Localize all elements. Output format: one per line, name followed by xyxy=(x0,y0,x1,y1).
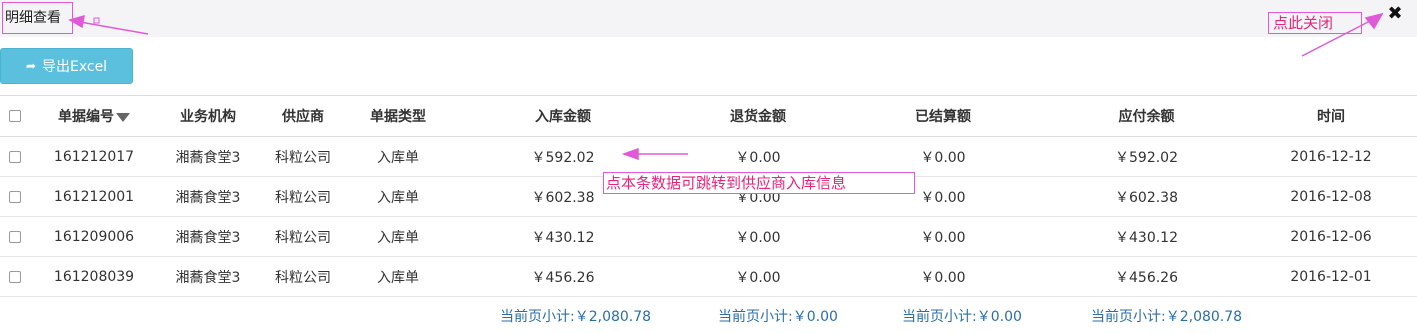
sort-desc-icon[interactable] xyxy=(116,112,130,122)
cell-doc-type: 入库单 xyxy=(348,176,448,217)
cell-supplier: 科粒公司 xyxy=(258,216,348,257)
toolbar: ➦ 导出Excel xyxy=(0,37,1417,95)
cell-payable: ￥456.26 xyxy=(1048,256,1245,297)
cell-return-amount: ￥0.00 xyxy=(678,136,838,177)
row-checkbox[interactable] xyxy=(9,230,21,243)
cursor-mark xyxy=(93,17,100,24)
table-row[interactable]: 161209006 湘蕎食堂3 科粒公司 入库单 ￥430.12 ￥0.00 ￥… xyxy=(0,216,1417,257)
cell-in-amount: ￥592.02 xyxy=(448,136,678,177)
row-select-cell xyxy=(0,136,30,177)
cell-time: 2016-12-01 xyxy=(1245,256,1417,297)
cell-supplier: 科粒公司 xyxy=(258,136,348,177)
row-select-cell xyxy=(0,176,30,217)
export-label: 导出Excel xyxy=(41,59,108,75)
cell-doc-type: 入库单 xyxy=(348,216,448,257)
table-row[interactable]: 161208039 湘蕎食堂3 科粒公司 入库单 ￥456.26 ￥0.00 ￥… xyxy=(0,256,1417,297)
cell-settled: ￥0.00 xyxy=(838,136,1048,177)
cell-time: 2016-12-12 xyxy=(1245,136,1417,177)
cell-doc-no: 161208039 xyxy=(30,256,158,297)
select-all-checkbox[interactable] xyxy=(9,110,21,122)
col-payable: 应付余额 xyxy=(1048,95,1245,137)
export-excel-button[interactable]: ➦ 导出Excel xyxy=(0,48,133,84)
cell-org: 湘蕎食堂3 xyxy=(158,216,258,257)
col-return-amount: 退货金额 xyxy=(678,95,838,137)
cell-doc-no: 161212001 xyxy=(30,176,158,217)
row-checkbox[interactable] xyxy=(9,270,21,283)
cell-payable: ￥592.02 xyxy=(1048,136,1245,177)
col-supplier: 供应商 xyxy=(258,95,348,137)
cell-doc-type: 入库单 xyxy=(348,256,448,297)
cell-org: 湘蕎食堂3 xyxy=(158,176,258,217)
col-settled: 已结算额 xyxy=(838,95,1048,137)
cell-org: 湘蕎食堂3 xyxy=(158,256,258,297)
cell-doc-type: 入库单 xyxy=(348,136,448,177)
cell-supplier: 科粒公司 xyxy=(258,256,348,297)
detail-table: 单据编号 业务机构 供应商 单据类型 入库金额 退货金额 已结算额 应付余额 时… xyxy=(0,95,1417,297)
title-arrow-line xyxy=(79,21,149,35)
col-doc-no[interactable]: 单据编号 xyxy=(30,95,158,137)
subtotal-return-amount: 当前页小计:￥0.00 xyxy=(718,309,838,325)
table-row[interactable]: 161212017 湘蕎食堂3 科粒公司 入库单 ￥592.02 ￥0.00 ￥… xyxy=(0,136,1417,177)
col-org: 业务机构 xyxy=(158,95,258,137)
cell-time: 2016-12-06 xyxy=(1245,216,1417,257)
cell-return-amount: ￥0.00 xyxy=(678,216,838,257)
cell-settled: ￥0.00 xyxy=(838,256,1048,297)
row-annotation: 点本条数据可跳转到供应商入库信息 xyxy=(603,172,915,194)
cell-in-amount: ￥456.26 xyxy=(448,256,678,297)
cell-doc-no: 161212017 xyxy=(30,136,158,177)
table-header-row: 单据编号 业务机构 供应商 单据类型 入库金额 退货金额 已结算额 应付余额 时… xyxy=(0,95,1417,137)
title-arrow-head xyxy=(68,14,85,29)
cell-doc-no: 161209006 xyxy=(30,216,158,257)
col-in-amount: 入库金额 xyxy=(448,95,678,137)
export-icon: ➦ xyxy=(25,59,36,73)
cell-settled: ￥0.00 xyxy=(838,216,1048,257)
select-all-cell xyxy=(0,95,30,137)
col-doc-no-label: 单据编号 xyxy=(58,109,114,125)
cell-supplier: 科粒公司 xyxy=(258,176,348,217)
cell-org: 湘蕎食堂3 xyxy=(158,136,258,177)
cell-payable: ￥430.12 xyxy=(1048,216,1245,257)
col-doc-type: 单据类型 xyxy=(348,95,448,137)
cell-time: 2016-12-08 xyxy=(1245,176,1417,217)
subtotal-payable: 当前页小计:￥2,080.78 xyxy=(1091,309,1243,325)
cell-payable: ￥602.38 xyxy=(1048,176,1245,217)
cell-return-amount: ￥0.00 xyxy=(678,256,838,297)
row-select-cell xyxy=(0,256,30,297)
row-checkbox[interactable] xyxy=(9,190,21,203)
row-checkbox[interactable] xyxy=(9,150,21,163)
cell-in-amount: ￥430.12 xyxy=(448,216,678,257)
col-time: 时间 xyxy=(1245,95,1417,137)
subtotal-settled: 当前页小计:￥0.00 xyxy=(902,309,1022,325)
subtotal-in-amount: 当前页小计:￥2,080.78 xyxy=(500,309,652,325)
close-arrow-head xyxy=(1364,12,1384,30)
row-select-cell xyxy=(0,216,30,257)
